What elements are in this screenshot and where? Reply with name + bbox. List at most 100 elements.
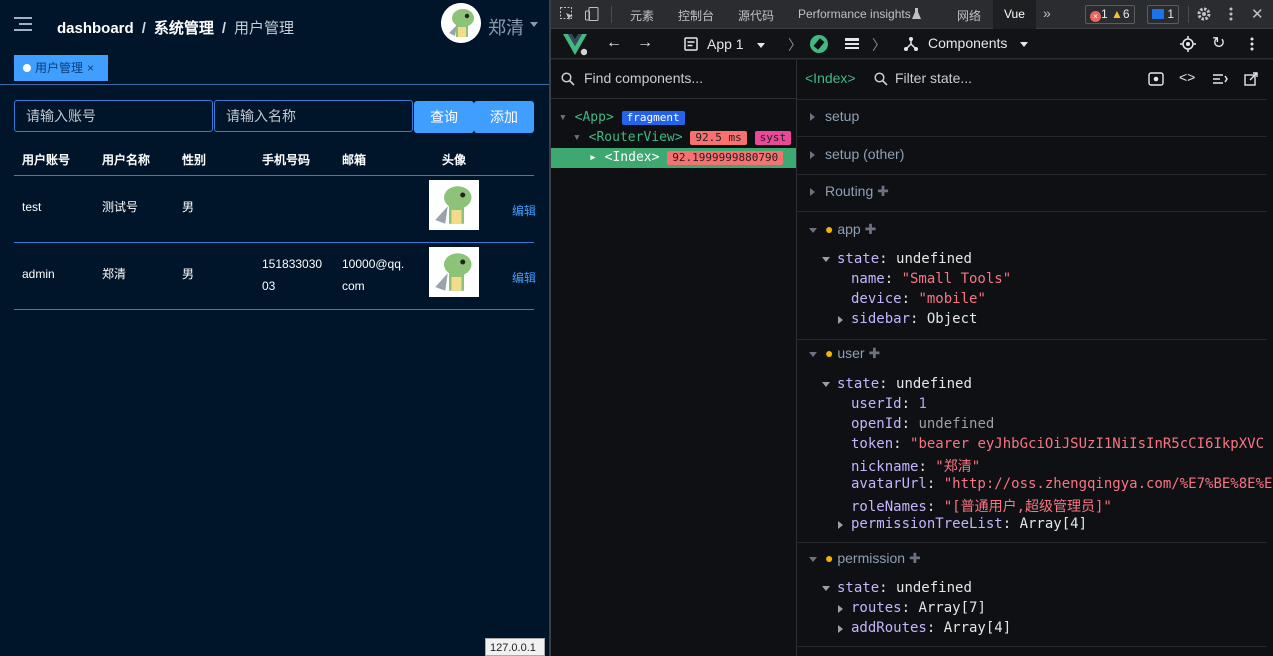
tab-performance-insights[interactable]: Performance insights xyxy=(798,7,911,21)
name-search-input[interactable]: 请输入名称 xyxy=(214,100,413,132)
section-permission[interactable]: ● permission ✚ xyxy=(797,550,1273,567)
state-value[interactable]: "http://oss.zhengqingya.com/%E7%BE%8E%E xyxy=(944,476,1273,492)
section-setup-other[interactable]: setup (other) xyxy=(797,146,1273,162)
state-value[interactable]: Array[4] xyxy=(944,620,1011,636)
tab-vue[interactable]: Vue xyxy=(993,0,1036,29)
user-name[interactable]: 郑清 xyxy=(488,14,524,40)
eye-icon[interactable] xyxy=(1148,72,1164,86)
section-user[interactable]: ● user ✚ xyxy=(797,345,1273,362)
chevron-down-icon[interactable] xyxy=(1020,42,1028,47)
expand-triangle-icon[interactable] xyxy=(822,586,830,591)
cell-phone-line2: 03 xyxy=(262,279,276,293)
close-icon[interactable]: ✕ xyxy=(1251,5,1264,23)
collapse-triangle-icon[interactable] xyxy=(838,521,843,529)
state-key: sidebar xyxy=(851,311,911,327)
refresh-icon[interactable]: ↻ xyxy=(1212,33,1225,53)
kebab-menu-icon[interactable] xyxy=(1223,6,1239,22)
components-select[interactable]: Components xyxy=(928,35,1007,51)
edit-button[interactable]: 编辑 xyxy=(512,202,536,219)
tree-node-app[interactable]: ▾ <App> fragment xyxy=(559,110,685,125)
cell-account: test xyxy=(22,200,42,214)
state-value[interactable]: Object xyxy=(927,311,978,327)
tab-elements[interactable]: 元素 xyxy=(630,7,654,24)
edit-button[interactable]: 编辑 xyxy=(512,269,536,286)
section-app[interactable]: ● app ✚ xyxy=(797,221,1273,238)
tag-user-management[interactable]: 用户管理 × xyxy=(14,55,108,81)
state-value[interactable]: undefined xyxy=(918,416,994,432)
compass-icon[interactable] xyxy=(810,35,828,53)
breadcrumb-dashboard[interactable]: dashboard xyxy=(57,20,134,37)
state-key: avatarUrl xyxy=(851,476,927,492)
find-components-input[interactable]: Find components... xyxy=(584,70,703,86)
section-setup[interactable]: setup xyxy=(797,108,1273,124)
open-in-editor-icon[interactable] xyxy=(1244,72,1258,86)
tree-node-index[interactable]: ▸ <Index> 92.1999999880790 xyxy=(589,150,784,165)
row-avatar[interactable] xyxy=(429,247,479,297)
collapse-triangle-icon[interactable] xyxy=(838,316,843,324)
breadcrumb-system[interactable]: 系统管理 xyxy=(154,20,214,37)
pineapple-icon: ● xyxy=(825,550,834,566)
state-value[interactable]: "郑清" xyxy=(935,459,980,475)
chevron-down-icon[interactable] xyxy=(530,22,538,27)
avatar[interactable] xyxy=(441,3,481,43)
code-icon[interactable]: <> xyxy=(1179,69,1195,85)
account-search-input[interactable]: 请输入账号 xyxy=(14,100,213,132)
tree-node-routerview[interactable]: ▾ <RouterView> 92.5 ms syst xyxy=(573,130,792,145)
add-button[interactable]: 添加 xyxy=(474,101,534,133)
state-key: userId xyxy=(851,396,902,412)
gear-icon[interactable] xyxy=(1196,6,1212,22)
state-value[interactable]: Array[7] xyxy=(918,600,985,616)
target-icon[interactable] xyxy=(1180,36,1196,52)
kebab-menu-icon[interactable] xyxy=(1244,36,1260,52)
section-label: user xyxy=(837,345,865,361)
query-button[interactable]: 查询 xyxy=(414,101,474,133)
issues-badge[interactable]: × 1 ▲6 xyxy=(1085,5,1135,24)
render-time-badge: 92.1999999880790 xyxy=(667,151,784,165)
inspect-icon[interactable] xyxy=(559,6,575,22)
chevron-down-icon[interactable] xyxy=(757,43,765,48)
state-key: token xyxy=(851,436,894,452)
state-key: state xyxy=(837,376,880,392)
state-value[interactable]: "bearer eyJhbGciOiJSUzI1NiIsInR5cCI6IkpX… xyxy=(910,436,1264,452)
warning-count: 6 xyxy=(1122,7,1130,21)
cell-name: 测试号 xyxy=(102,200,139,214)
scroll-to-icon[interactable] xyxy=(1212,73,1228,85)
app-select[interactable]: App 1 xyxy=(707,36,744,52)
component-name: App xyxy=(582,110,606,125)
error-icon: × xyxy=(1090,11,1101,22)
cell-account: admin xyxy=(22,267,55,281)
expand-triangle-icon[interactable] xyxy=(822,257,830,262)
warning-icon: ▲ xyxy=(1111,7,1123,21)
state-key: openId xyxy=(851,416,902,432)
close-icon[interactable]: × xyxy=(87,61,94,75)
forward-arrow-icon[interactable]: → xyxy=(637,34,653,52)
state-value[interactable]: "mobile" xyxy=(918,291,985,307)
messages-badge[interactable]: 1 xyxy=(1147,5,1180,24)
app-name-row: name: "Small Tools" xyxy=(851,271,1012,287)
more-tabs-icon[interactable]: » xyxy=(1043,5,1051,21)
state-value[interactable]: 1 xyxy=(918,396,926,412)
user-state-row: state: undefined xyxy=(837,376,972,392)
tab-console[interactable]: 控制台 xyxy=(678,7,714,24)
menu-toggle-icon[interactable] xyxy=(14,16,32,32)
col-header-gender: 性别 xyxy=(182,153,207,167)
state-value[interactable]: "Small Tools" xyxy=(902,271,1012,287)
filter-state-input[interactable]: Filter state... xyxy=(895,70,972,86)
row-avatar[interactable] xyxy=(429,180,479,230)
cell-name: 郑清 xyxy=(102,267,127,281)
state-value[interactable]: Array[4] xyxy=(1020,516,1087,532)
col-header-avatar: 头像 xyxy=(442,153,467,167)
tab-network[interactable]: 网络 xyxy=(957,7,981,24)
timeline-icon[interactable] xyxy=(844,37,860,51)
state-value[interactable]: "[普通用户,超级管理员]" xyxy=(944,499,1112,515)
pineapple-icon: ● xyxy=(825,221,834,237)
expand-triangle-icon[interactable] xyxy=(822,382,830,387)
app-icon xyxy=(684,37,698,51)
collapse-triangle-icon[interactable] xyxy=(838,605,843,613)
collapse-triangle-icon[interactable] xyxy=(838,625,843,633)
device-toggle-icon[interactable] xyxy=(584,6,600,22)
tab-sources[interactable]: 源代码 xyxy=(738,7,774,24)
back-arrow-icon[interactable]: ← xyxy=(606,34,622,52)
breadcrumb-current: 用户管理 xyxy=(234,20,295,37)
section-routing[interactable]: Routing ✚ xyxy=(797,183,1273,200)
